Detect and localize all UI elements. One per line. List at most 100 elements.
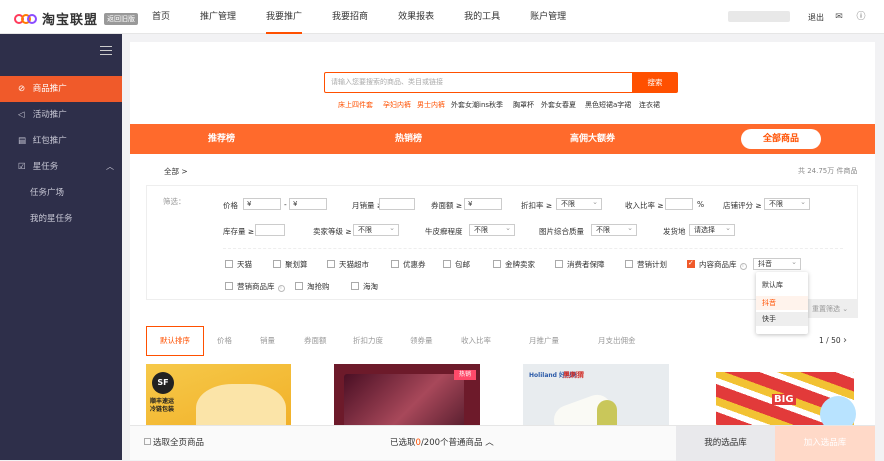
reset-filter-button[interactable]: 重置筛选 ⌄: [806, 300, 858, 318]
sort-coupon-taken[interactable]: 领券量: [410, 326, 433, 356]
selection-count[interactable]: 已选取0/200个普通商品 ︿: [390, 426, 494, 461]
info-icon[interactable]: i: [739, 263, 747, 270]
brand-logo[interactable]: 淘宝联盟 返回旧版: [14, 9, 139, 28]
product-label: BIG: [772, 394, 796, 405]
tab-high-commission[interactable]: 高佣大额券: [570, 124, 615, 154]
checkbox-free-shipping[interactable]: 包邮: [443, 259, 470, 270]
chevron-up-icon: ︿: [106, 162, 114, 171]
nav-home[interactable]: 首页: [152, 0, 170, 34]
coupon-input[interactable]: ¥: [464, 198, 502, 210]
checkbox-marketing-library[interactable]: 营销商品库 i: [225, 281, 285, 292]
checkbox-tmall-supermarket[interactable]: 天猫超市: [327, 259, 369, 270]
divider: [223, 248, 843, 249]
sidebar-item-task-plaza[interactable]: 任务广场: [0, 180, 122, 206]
tab-recommended[interactable]: 推荐榜: [208, 124, 235, 154]
info-icon[interactable]: ⓘ: [856, 12, 866, 22]
checkbox-tmall[interactable]: 天猫: [225, 259, 252, 270]
price-min-input[interactable]: ¥: [243, 198, 281, 210]
product-tag: 黑刺猬: [563, 371, 584, 379]
hot-keyword[interactable]: 胸罩杯: [513, 100, 534, 110]
commission-input[interactable]: [665, 198, 693, 210]
sort-monthly-promo[interactable]: 月推广量: [529, 326, 559, 356]
shop-score-label: 店铺评分 ≥: [723, 201, 762, 210]
sidebar-item-product-promo[interactable]: ⊘ 商品推广: [0, 76, 122, 102]
commission-label: 收入比率 ≥: [625, 201, 664, 210]
sort-coupon[interactable]: 券面额: [304, 326, 327, 356]
sidebar-item-star-task[interactable]: ☑ 星任务 ︿: [0, 154, 122, 180]
nav-promote[interactable]: 我要推广: [266, 0, 303, 34]
hot-badge: 热销: [454, 370, 476, 380]
add-to-library-button[interactable]: 加入选品库: [775, 426, 875, 461]
sidebar-item-redpacket-promo[interactable]: ▤ 红包推广: [0, 128, 122, 154]
sf-logo: SF: [152, 372, 174, 394]
checkbox-content-library[interactable]: 内容商品库i: [687, 259, 747, 270]
sort-sales[interactable]: 销量: [260, 326, 275, 356]
sort-default[interactable]: 默认排序: [146, 326, 204, 356]
tag-icon: ⊘: [18, 84, 26, 94]
back-to-old-version-link[interactable]: 返回旧版: [104, 12, 139, 25]
sort-monthly-commission[interactable]: 月支出佣金: [598, 326, 636, 356]
sort-price[interactable]: 价格: [217, 326, 232, 356]
hot-keyword[interactable]: 孕妇内裤: [383, 100, 411, 110]
task-icon: ☑: [18, 162, 26, 172]
info-icon[interactable]: i: [277, 285, 285, 292]
sidebar: ⊘ 商品推广 ◁ 活动推广 ▤ 红包推广 ☑ 星任务 ︿ 任务广场 我的星任务: [0, 34, 122, 460]
breadcrumb[interactable]: 全部 >: [164, 166, 188, 177]
hot-keyword[interactable]: 男士内裤: [417, 100, 445, 110]
stock-input[interactable]: [255, 224, 285, 236]
monthly-sales-input[interactable]: [379, 198, 415, 210]
content-library-dropdown: 默认库 抖音 快手: [756, 272, 808, 334]
sidebar-item-my-star-task[interactable]: 我的星任务: [0, 206, 122, 232]
checkbox-coupon[interactable]: 优惠券: [391, 259, 426, 270]
dropdown-option-kuaishou[interactable]: 快手: [756, 312, 808, 326]
select-all-checkbox[interactable]: 选取全页商品: [144, 426, 204, 461]
discount-select[interactable]: 不限: [556, 197, 602, 210]
psoriasis-label: 牛皮癣程度: [425, 227, 463, 236]
menu-toggle-icon[interactable]: [100, 46, 112, 55]
price-max-input[interactable]: ¥: [289, 198, 327, 210]
search-button[interactable]: 搜索: [632, 72, 678, 93]
sort-commission-rate[interactable]: 收入比率: [461, 326, 491, 356]
nav-reports[interactable]: 效果报表: [398, 0, 434, 34]
sort-discount[interactable]: 折扣力度: [353, 326, 383, 356]
bottom-selection-bar: 选取全页商品 已选取0/200个普通商品 ︿ 我的选品库 加入选品库: [130, 425, 875, 461]
content-library-select[interactable]: 抖音: [753, 257, 801, 270]
sidebar-item-activity-promo[interactable]: ◁ 活动推广: [0, 102, 122, 128]
nav-tools[interactable]: 我的工具: [464, 0, 500, 34]
my-library-button[interactable]: 我的选品库: [676, 426, 775, 461]
logo-icon: [14, 12, 38, 26]
logout-link[interactable]: 退出: [808, 12, 824, 23]
image-quality-label: 图片综合质量: [539, 227, 584, 236]
nav-promotion-manage[interactable]: 推广管理: [200, 0, 236, 34]
mail-icon[interactable]: ✉: [834, 12, 844, 22]
hot-keyword[interactable]: 外套女潮ins秋季: [451, 100, 503, 110]
ship-from-select[interactable]: 请选择: [689, 223, 735, 236]
hot-keyword[interactable]: 黑色短裙a字裙: [585, 100, 631, 110]
nav-recruit[interactable]: 我要招商: [332, 0, 368, 34]
tab-all-products[interactable]: 全部商品: [741, 129, 821, 149]
seller-level-select[interactable]: 不限: [353, 223, 399, 236]
psoriasis-select[interactable]: 不限: [469, 223, 515, 236]
price-label: 价格: [223, 201, 238, 210]
price-dash: -: [284, 200, 287, 209]
checkbox-juhuasuan[interactable]: 聚划算: [273, 259, 308, 270]
dropdown-option-default[interactable]: 默认库: [756, 278, 808, 292]
total-count: 共 24.75万 件商品: [798, 167, 858, 175]
seller-level-label: 卖家等级 ≥: [313, 227, 352, 236]
shop-score-select[interactable]: 不限: [764, 197, 810, 210]
hot-keyword[interactable]: 外套女春夏: [541, 100, 576, 110]
dropdown-option-douyin[interactable]: 抖音: [756, 296, 808, 310]
checkbox-consumer-protection[interactable]: 消费者保障: [555, 259, 605, 270]
tab-hot-sales[interactable]: 热销榜: [395, 124, 422, 154]
checkbox-overseas[interactable]: 海淘: [351, 281, 378, 292]
checkbox-taoqianggou[interactable]: 淘抢购: [295, 281, 330, 292]
checkbox-gold-seller[interactable]: 金牌卖家: [493, 259, 535, 270]
hot-keyword[interactable]: 连衣裙: [639, 100, 660, 110]
chevron-right-icon[interactable]: ›: [843, 326, 847, 356]
image-quality-select[interactable]: 不限: [591, 223, 637, 236]
nav-account[interactable]: 账户管理: [530, 0, 566, 34]
checkbox-marketing-plan[interactable]: 营销计划: [625, 259, 667, 270]
search-input[interactable]: 请输入您要搜索的商品、类目或链接: [324, 72, 633, 93]
hot-keyword[interactable]: 床上四件套: [338, 100, 373, 110]
main-content: 请输入您要搜索的商品、类目或链接 搜索 床上四件套 孕妇内裤 男士内裤 外套女潮…: [130, 42, 875, 460]
